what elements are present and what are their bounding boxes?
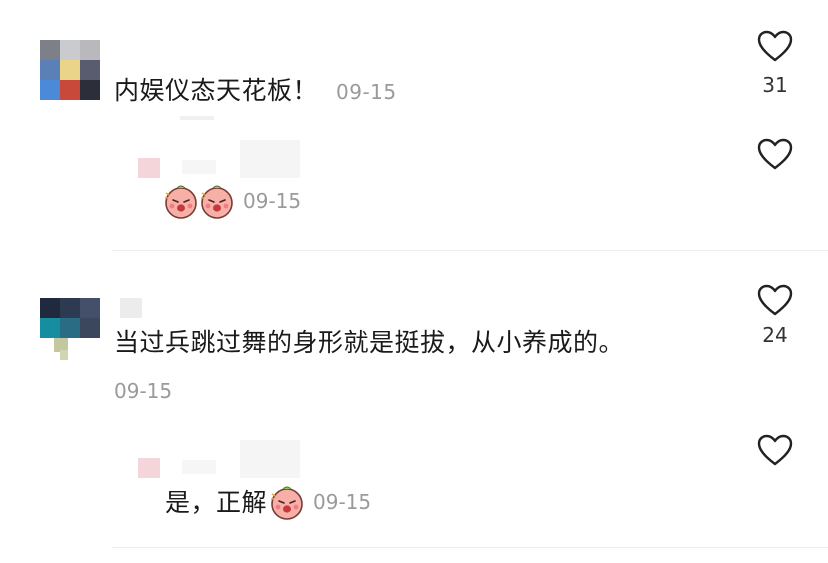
reply-avatar-blurred[interactable] xyxy=(138,458,160,478)
shy-face-emoji xyxy=(201,185,233,219)
like-button[interactable] xyxy=(757,284,793,320)
avatar-image xyxy=(40,298,100,360)
heart-icon xyxy=(757,30,793,62)
reply-line: 09-15 xyxy=(163,183,301,219)
reply-avatar-blurred[interactable] xyxy=(138,158,160,178)
avatar[interactable] xyxy=(40,298,100,360)
comment-1: 内娱仪态天花板！ 09-15 31 09-15 xyxy=(0,0,828,252)
comment-2: 当过兵跳过舞的身形就是挺拔，从小养成的。 09-15 24 是，正解 09-15 xyxy=(0,252,828,563)
username-blurred[interactable] xyxy=(180,116,214,120)
comment-time: 09-15 xyxy=(336,80,397,104)
comment-text: 内娱仪态天花板！ 09-15 xyxy=(114,78,397,103)
divider xyxy=(112,250,828,251)
reply-text: 是，正解 xyxy=(165,487,268,517)
like-count: 31 xyxy=(762,73,788,97)
shy-face-emoji xyxy=(271,486,303,520)
heart-icon xyxy=(757,284,793,316)
divider xyxy=(112,547,828,548)
reply-username-blurred[interactable] xyxy=(240,440,300,478)
heart-icon xyxy=(757,138,793,170)
shy-face-emoji xyxy=(165,185,197,219)
like-count: 24 xyxy=(762,323,788,347)
comment-body: 内娱仪态天花板！ xyxy=(114,76,319,105)
comment-time: 09-15 xyxy=(114,379,173,403)
reply-line: 是，正解 09-15 xyxy=(165,484,371,520)
reply-username-blurred[interactable] xyxy=(240,140,300,178)
avatar[interactable] xyxy=(40,40,100,100)
heart-icon xyxy=(757,434,793,466)
reply-time: 09-15 xyxy=(243,189,302,213)
comment-body: 当过兵跳过舞的身形就是挺拔，从小养成的。 xyxy=(114,328,625,357)
reply-time: 09-15 xyxy=(313,490,372,514)
avatar-image xyxy=(40,40,100,100)
reply-username-blurred-2 xyxy=(182,160,216,174)
reply-username-blurred-2 xyxy=(182,460,216,474)
like-button[interactable] xyxy=(757,30,793,66)
username-blurred[interactable] xyxy=(120,298,142,318)
reply-like-button[interactable] xyxy=(757,434,793,470)
reply-like-button[interactable] xyxy=(757,138,793,174)
